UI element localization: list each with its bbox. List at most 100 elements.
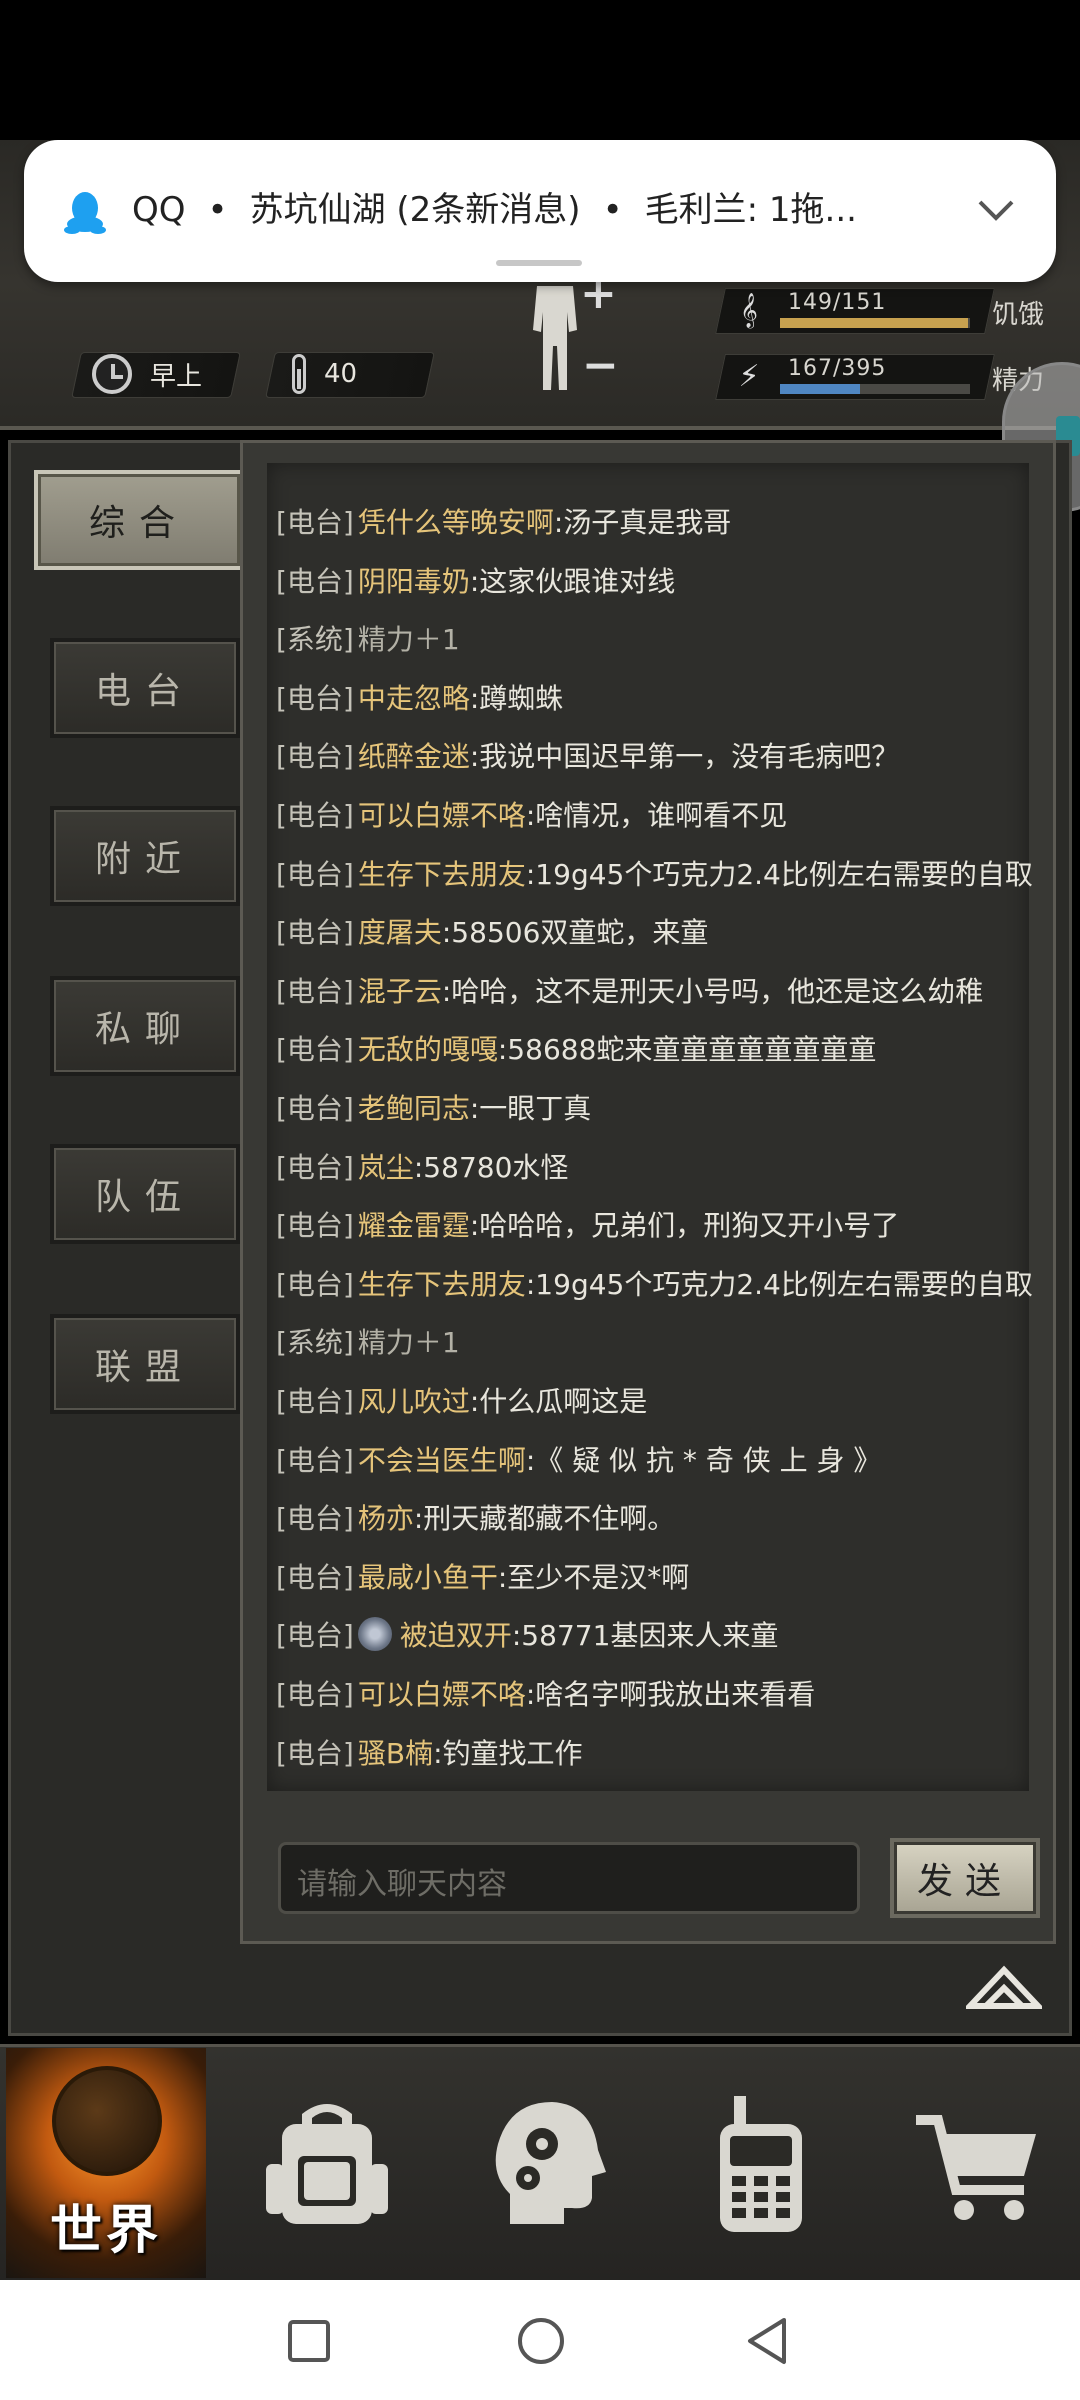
- message-channel: [电台]: [276, 1267, 354, 1301]
- shopping-cart-icon[interactable]: [912, 2094, 1042, 2234]
- notification-preview: 毛利兰: 1拖...: [644, 190, 857, 230]
- message-sender[interactable]: 不会当医生啊: [358, 1439, 526, 1479]
- message-sender[interactable]: 生存下去朋友: [358, 853, 526, 893]
- notification-drag-handle[interactable]: [496, 260, 582, 266]
- message-channel: [电台]: [276, 1736, 354, 1770]
- message-sender[interactable]: 老鲍同志: [358, 1087, 470, 1127]
- status-bar: [0, 0, 1080, 140]
- chat-message[interactable]: [电台] 无敌的嘎嘎:58688蛇来童童童童童童童童: [276, 1023, 876, 1073]
- system-navigation-bar: [0, 2280, 1080, 2400]
- chat-message-area[interactable]: [240, 440, 1056, 1944]
- chat-message[interactable]: [电台] 阴阳毒奶:这家伙跟谁对线: [276, 555, 675, 605]
- radio-walkie-talkie-icon[interactable]: [696, 2094, 826, 2234]
- message-sender[interactable]: 耀金雷霆: [358, 1204, 470, 1244]
- message-sender[interactable]: 无敌的嘎嘎: [358, 1028, 498, 1068]
- qq-notification[interactable]: QQ • 苏坑仙湖 (2条新消息) • 毛利兰: 1拖...: [24, 140, 1056, 282]
- message-sender[interactable]: 阴阳毒奶: [358, 560, 470, 600]
- message-text: :啥名字啊我放出来看看: [525, 1678, 816, 1711]
- message-channel: [电台]: [276, 1150, 354, 1184]
- message-text: :19g45个巧克力2.4比例左右需要的自取: [525, 1267, 1033, 1301]
- back-icon[interactable]: [744, 2316, 792, 2366]
- energy-bar-fill: [780, 384, 860, 394]
- chat-message[interactable]: [电台] 杨亦:刑天藏都藏不住啊。: [276, 1492, 675, 1542]
- tab-general[interactable]: 综合: [34, 470, 244, 570]
- message-sender[interactable]: 可以白嫖不咯: [358, 1673, 526, 1713]
- home-icon[interactable]: [516, 2316, 566, 2366]
- energy-value: 167/395: [788, 356, 887, 381]
- tab-radio[interactable]: 电台: [50, 638, 240, 738]
- message-sender[interactable]: 杨亦: [358, 1497, 414, 1537]
- chat-input[interactable]: 请输入聊天内容: [278, 1842, 860, 1914]
- thermometer-icon: [292, 354, 306, 394]
- message-channel: [系统]: [276, 1326, 354, 1360]
- message-sender[interactable]: 中走忽略: [358, 677, 470, 717]
- chat-message[interactable]: [电台] 骚B楠:钓童找工作: [276, 1727, 583, 1777]
- chat-message[interactable]: [电台] 中走忽略:蹲蜘蛛: [276, 672, 563, 722]
- message-channel: [电台]: [276, 681, 354, 715]
- tab-nearby[interactable]: 附近: [50, 806, 240, 906]
- chat-message[interactable]: [系统] 精力＋1: [276, 1316, 460, 1366]
- minus-icon[interactable]: −: [582, 340, 619, 391]
- chat-message[interactable]: [电台] 老鲍同志:一眼丁真: [276, 1082, 591, 1132]
- message-channel: [电台]: [276, 799, 354, 832]
- chat-message[interactable]: [系统] 精力＋1: [276, 613, 460, 663]
- message-channel: [电台]: [276, 1502, 354, 1536]
- message-sender[interactable]: 最咸小鱼干: [358, 1556, 498, 1596]
- message-sender[interactable]: 纸醉金迷: [358, 735, 470, 775]
- message-sender[interactable]: 混子云: [358, 970, 442, 1010]
- chat-message[interactable]: [电台] 岚尘:58780水怪: [276, 1141, 568, 1191]
- message-text: :《 疑 似 抗 * 奇 侠 上 身 》: [525, 1443, 882, 1477]
- send-button[interactable]: 发送: [890, 1838, 1040, 1918]
- tab-private[interactable]: 私聊: [50, 976, 240, 1076]
- skills-head-icon[interactable]: [480, 2094, 610, 2234]
- message-channel: [电台]: [276, 740, 354, 774]
- time-display: 早上: [92, 354, 202, 394]
- chat-message[interactable]: [电台] 纸醉金迷:我说中国迟早第一，没有毛病吧？: [276, 730, 899, 780]
- chat-message[interactable]: [电台] 可以白嫖不咯:啥情况，谁啊看不见: [276, 789, 787, 839]
- message-sender[interactable]: 度屠夫: [358, 911, 442, 951]
- message-sender[interactable]: 岚尘: [358, 1146, 414, 1186]
- message-sender[interactable]: 风儿吹过: [358, 1380, 470, 1420]
- chat-message[interactable]: [电台] 度屠夫:58506双童蛇，来童: [276, 906, 708, 956]
- chat-message[interactable]: [电台] 凭什么等晚安啊:汤子真是我哥: [276, 496, 731, 546]
- chat-message[interactable]: [电台] 生存下去朋友:19g45个巧克力2.4比例左右需要的自取: [276, 848, 1033, 898]
- tab-alliance[interactable]: 联盟: [50, 1314, 240, 1414]
- notification-group: 苏坑仙湖 (2条新消息): [249, 190, 581, 230]
- tab-team[interactable]: 队伍: [50, 1144, 240, 1244]
- message-channel: [电台]: [276, 1385, 354, 1418]
- message-text: :蹲蜘蛛: [469, 681, 564, 715]
- globe-icon: [52, 2066, 162, 2176]
- chat-message[interactable]: [电台] 不会当医生啊:《 疑 似 抗 * 奇 侠 上 身 》: [276, 1434, 881, 1484]
- message-sender[interactable]: 骚B楠: [358, 1732, 433, 1772]
- chat-message[interactable]: [电台] 风儿吹过:什么瓜啊这是: [276, 1375, 647, 1425]
- message-text: :58688蛇来童童童童童童童童: [497, 1033, 877, 1067]
- backpack-icon[interactable]: [262, 2094, 392, 2234]
- message-channel: [电台]: [276, 1092, 354, 1125]
- message-channel: [电台]: [276, 1678, 354, 1711]
- chevron-down-icon[interactable]: [976, 190, 1016, 230]
- message-text: :啥情况，谁啊看不见: [525, 799, 788, 832]
- message-sender[interactable]: 被迫双开: [400, 1614, 512, 1654]
- chat-message[interactable]: [电台] 最咸小鱼干:至少不是汉*啊: [276, 1551, 689, 1601]
- chat-message[interactable]: [电台] 生存下去朋友:19g45个巧克力2.4比例左右需要的自取: [276, 1258, 1033, 1308]
- message-channel: [电台]: [276, 916, 354, 950]
- message-channel: [电台]: [276, 1619, 354, 1653]
- chat-message[interactable]: [电台] 可以白嫖不咯:啥名字啊我放出来看看: [276, 1668, 815, 1718]
- chat-message[interactable]: [电台] 混子云:哈哈，这不是刑天小号吗，他还是这么幼稚: [276, 965, 983, 1015]
- chat-message[interactable]: [电台] 耀金雷霆:哈哈哈，兄弟们，刑狗又开小号了: [276, 1199, 899, 1249]
- energy-icon: ⚡: [738, 359, 760, 394]
- message-sender[interactable]: 可以白嫖不咯: [358, 794, 526, 834]
- message-text: :我说中国迟早第一，没有毛病吧？: [469, 740, 900, 774]
- collapse-up-icon[interactable]: [966, 1962, 1042, 2012]
- message-sender[interactable]: 凭什么等晚安啊: [358, 501, 554, 541]
- message-text: :哈哈，这不是刑天小号吗，他还是这么幼稚: [441, 974, 984, 1008]
- clock-icon: [92, 354, 132, 394]
- message-channel: [系统]: [276, 623, 354, 657]
- notification-app-name: QQ: [132, 190, 186, 230]
- hunger-value: 149/151: [788, 290, 887, 315]
- nav-world-button[interactable]: 世界: [6, 2048, 206, 2278]
- message-sender[interactable]: 生存下去朋友: [358, 1263, 526, 1303]
- notification-text: QQ • 苏坑仙湖 (2条新消息) • 毛利兰: 1拖...: [132, 190, 857, 230]
- recent-apps-icon[interactable]: [286, 2318, 332, 2364]
- chat-message[interactable]: [电台] 被迫双开:58771基因来人来童: [276, 1609, 778, 1659]
